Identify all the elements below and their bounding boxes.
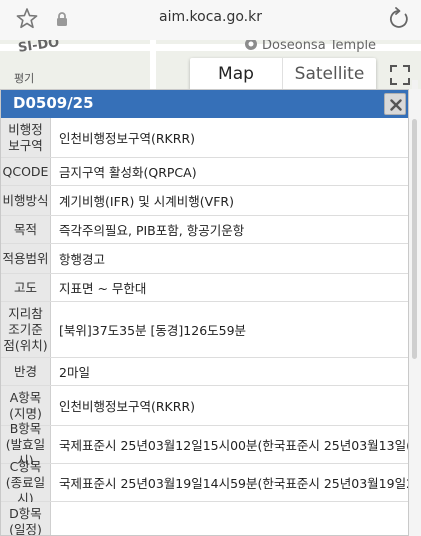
row-label: QCODE (1, 158, 51, 185)
row-label: C항목(종료일시) (1, 459, 51, 506)
row-label: 목적 (1, 216, 51, 243)
map-place-label: SI-DO (17, 40, 61, 56)
row-label: A항목(지명) (1, 386, 51, 425)
info-row: QCODE 금지구역 활성화(QRPCA) (1, 158, 408, 186)
row-label: 비행정보구역 (1, 118, 51, 157)
close-icon (390, 99, 402, 111)
info-row: 목적 즉각주의필요, PIB포함, 항공기운항 (1, 216, 408, 244)
info-row: D항목(일정) (1, 502, 408, 535)
row-label: 반경 (1, 358, 51, 385)
info-row: 비행정보구역 인천비행정보구역(RKRR) (1, 118, 408, 158)
info-row: C항목(종료일시) 국제표준시 25년03월19일14시59분(한국표준시 25… (1, 459, 408, 506)
info-row: 비행방식 계기비행(IFR) 및 시계비행(VFR) (1, 186, 408, 216)
row-label: 적용범위 (1, 244, 51, 273)
row-value: 금지구역 활성화(QRPCA) (59, 165, 197, 180)
scrollbar-thumb[interactable] (412, 119, 417, 359)
popup-header: D0509/25 (1, 90, 408, 118)
row-value: 즉각주의필요, PIB포함, 항공기운항 (59, 223, 245, 238)
row-label: 비행방식 (1, 186, 51, 215)
info-row: 고도 지표면 ~ 무한대 (1, 274, 408, 302)
map-type-control: Map Satellite (190, 58, 376, 92)
row-value: 인천비행정보구역(RKRR) (59, 131, 196, 146)
row-value: 2마일 (59, 365, 90, 380)
row-value: 항행경고 (59, 252, 106, 267)
info-row: 반경 2마일 (1, 358, 408, 386)
row-label: 고도 (1, 274, 51, 301)
info-row: B항목(발효일시) 국제표준시 25년03월12일15시00분(한국표준시 25… (1, 421, 408, 468)
row-value: 계기비행(IFR) 및 시계비행(VFR) (59, 194, 234, 209)
row-value: 지표면 ~ 무한대 (59, 281, 147, 296)
reload-icon[interactable] (386, 6, 412, 32)
tab-satellite[interactable]: Satellite (283, 64, 376, 84)
browser-toolbar: aim.koca.go.kr (0, 0, 421, 40)
info-row: 지리참조기준점(위치) [북위]37도35분 [동경]126도59분 (1, 302, 408, 358)
map-temple-label: Doseonsa Temple (262, 40, 377, 53)
row-label: B항목(발효일시) (1, 421, 51, 468)
fullscreen-icon[interactable] (389, 64, 411, 86)
popup-title: D0509/25 (13, 94, 94, 112)
map-side-label: 평기 (14, 72, 35, 85)
address-bar-url[interactable]: aim.koca.go.kr (0, 9, 421, 25)
row-value: [북위]37도35분 [동경]126도59분 (59, 323, 247, 338)
row-value (59, 502, 408, 535)
close-button[interactable] (384, 93, 406, 115)
map-road (150, 40, 156, 90)
row-value: 인천비행정보구역(RKRR) (59, 399, 196, 414)
info-row: A항목(지명) 인천비행정보구역(RKRR) (1, 386, 408, 426)
row-label: D항목(일정) (1, 502, 51, 535)
info-row: 적용범위 항행경고 (1, 244, 408, 274)
row-value: 국제표준시 25년03월19일14시59분(한국표준시 25년03월19일23시… (59, 476, 408, 491)
row-value: 국제표준시 25년03월12일15시00분(한국표준시 25년03월13일(금)… (59, 438, 408, 453)
popup-scrollbar[interactable] (409, 89, 421, 536)
tab-map[interactable]: Map (190, 64, 282, 84)
notam-popup: D0509/25 비행정보구역 인천비행정보구역(RKRR) QCODE 금지구… (0, 89, 409, 536)
row-label: 지리참조기준점(위치) (1, 302, 51, 357)
temple-marker-icon[interactable] (244, 40, 258, 51)
